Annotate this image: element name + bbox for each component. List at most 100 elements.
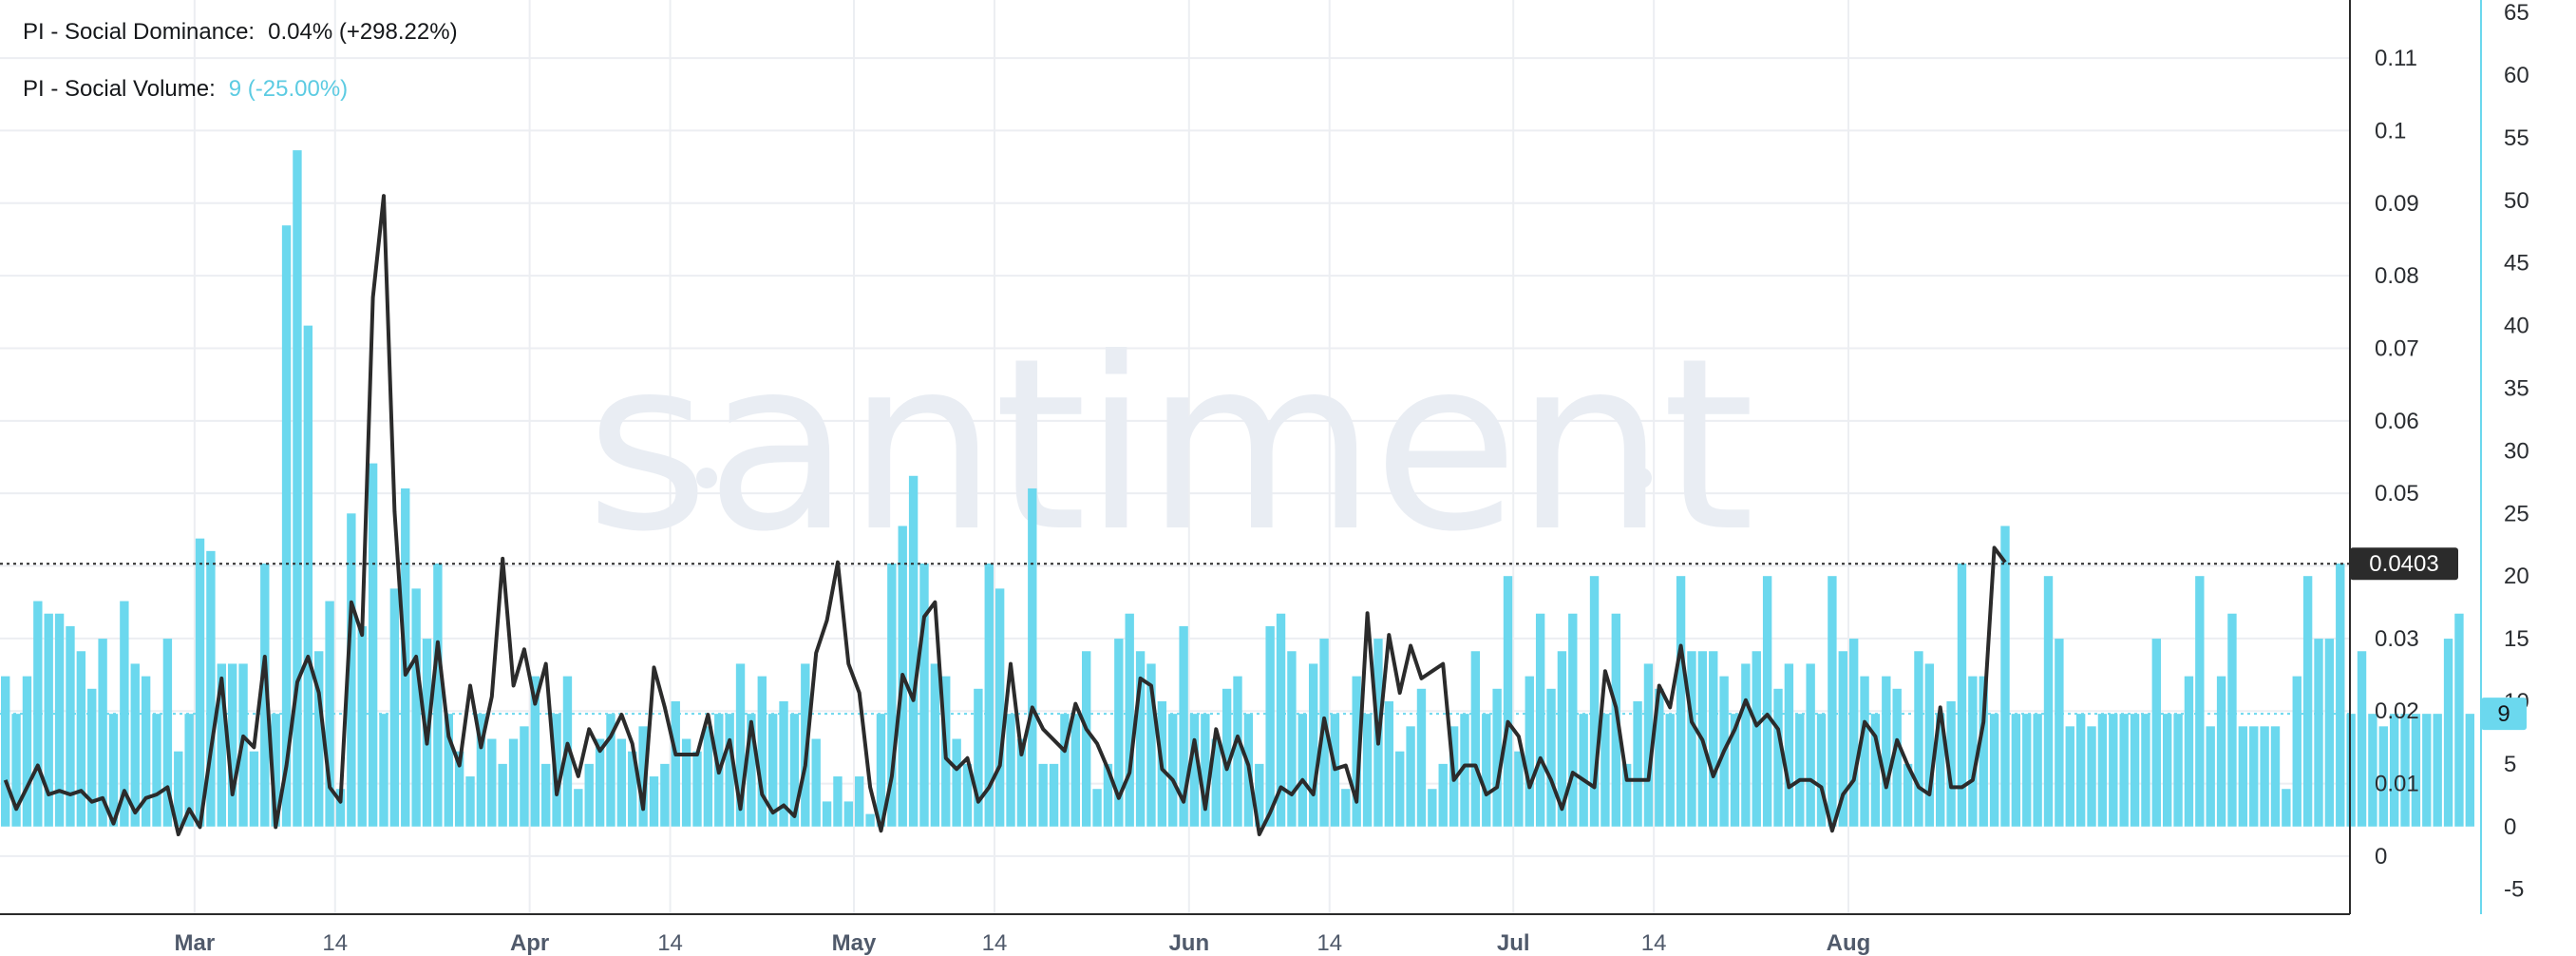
volume-bar (1049, 763, 1059, 827)
volume-bar (2065, 726, 2074, 827)
volume-bar (2173, 714, 2183, 827)
volume-bar (2119, 714, 2129, 827)
volume-bar (1579, 714, 1588, 827)
volume-bar (1535, 613, 1545, 827)
volume-bar (433, 564, 443, 827)
volume-bar (994, 588, 1005, 827)
volume-legend-label: PI - Social Volume: (23, 76, 216, 102)
volume-bar (2195, 576, 2205, 827)
volume-bar (855, 776, 864, 827)
volume-bar (293, 150, 302, 827)
volume-bar (1514, 751, 1524, 827)
volume-bar (843, 801, 854, 827)
date-axis-ticks: 3Mar14Apr14May14Jun14Jul14Aug (174, 930, 1870, 956)
volume-bar (379, 714, 388, 827)
volume-tick-label: 0 (2504, 814, 2516, 840)
dominance-tick-label: 0.03 (2375, 626, 2419, 652)
volume-bar (152, 714, 161, 827)
date-tick-label: Jul (1497, 930, 1530, 956)
dominance-tick-label: 0.05 (2375, 481, 2419, 507)
volume-bar (357, 625, 367, 827)
volume-bar (1082, 651, 1091, 827)
volume-bar (1416, 688, 1427, 827)
volume-bar (2368, 714, 2377, 827)
volume-bar (1687, 651, 1696, 827)
volume-bar (1168, 714, 1178, 827)
volume-bar (2227, 613, 2237, 827)
volume-bar (2357, 651, 2367, 827)
dominance-tick-label: 0.11 (2375, 46, 2417, 71)
volume-bar (919, 564, 929, 827)
dominance-tick-label: 0.08 (2375, 263, 2419, 289)
volume-bar (2443, 639, 2453, 827)
volume-bar (2163, 714, 2172, 827)
dominance-tick-label: 0 (2375, 844, 2387, 870)
volume-bar (1773, 688, 1783, 827)
volume-bar (411, 588, 421, 827)
volume-bar (2216, 676, 2226, 827)
dominance-current-badge: 0.0403 (2350, 547, 2458, 581)
social-chart[interactable]: santiment 0.11 0.1 0.09 0.08 0.07 0.06 0.05 0.0… (0, 0, 2576, 956)
volume-bar (2270, 726, 2281, 827)
volume-bar (692, 751, 702, 827)
volume-bar (671, 700, 680, 827)
dominance-tick-label: 0.07 (2375, 335, 2419, 361)
volume-bar (1665, 714, 1675, 827)
volume-bar (2087, 726, 2096, 827)
volume-bar (1028, 488, 1037, 827)
volume-bar (2389, 714, 2399, 827)
volume-tick-label: 35 (2504, 376, 2529, 402)
date-tick-label: 14 (1641, 930, 1667, 956)
volume-bar (1709, 651, 1718, 827)
volume-bar (1384, 700, 1394, 827)
volume-bar (66, 625, 75, 827)
volume-bar (541, 763, 551, 827)
volume-bar (584, 763, 594, 827)
volume-bar (1882, 676, 1891, 827)
volume-bar (660, 763, 670, 827)
volume-bar (54, 613, 65, 827)
volume-bar (2346, 714, 2356, 827)
volume-bar (1265, 625, 1275, 827)
volume-bar (1297, 714, 1307, 827)
volume-bar (1914, 651, 1923, 827)
volume-bar (2109, 714, 2118, 827)
volume-bar (2292, 676, 2301, 827)
volume-bar (1762, 576, 1772, 827)
volume-bar (2130, 714, 2140, 827)
volume-bar (1601, 714, 1610, 827)
volume-bar (1503, 576, 1513, 827)
volume-bar (389, 588, 400, 827)
date-tick-label: Mar (174, 930, 215, 956)
volume-tick-label: 5 (2504, 752, 2516, 777)
volume-bar (2097, 714, 2108, 827)
volume-axis-ticks: 65605550454035302520151050-5 (2504, 0, 2529, 902)
volume-bar (2260, 726, 2269, 827)
volume-bar (22, 676, 32, 827)
volume-bar (1676, 576, 1686, 827)
volume-bar (2000, 526, 2010, 827)
volume-tick-label: 15 (2504, 626, 2529, 652)
volume-bar (1784, 663, 1794, 827)
volume-tick-label: 45 (2504, 251, 2529, 277)
volume-bar (508, 738, 519, 827)
volume-tick-label: 55 (2504, 125, 2529, 151)
volume-bar (1, 676, 10, 827)
volume-bar (1395, 751, 1405, 827)
volume-bar (1438, 763, 1448, 827)
volume-bar (1038, 763, 1048, 827)
dominance-legend-value: 0.04% (+298.22%) (268, 19, 458, 45)
volume-bar (1924, 663, 1935, 827)
volume-bar (1525, 676, 1534, 827)
volume-bar (303, 325, 313, 827)
volume-bar (2411, 714, 2421, 827)
volume-bar (1362, 714, 1373, 827)
volume-bar (1308, 663, 1318, 827)
volume-bar (2282, 789, 2291, 827)
date-tick-label: 14 (657, 930, 683, 956)
dominance-tick-label: 0.1 (2375, 118, 2406, 143)
volume-bar (1341, 789, 1351, 827)
volume-bar (1752, 651, 1761, 827)
volume-bar (487, 738, 497, 827)
volume-tick-label: 40 (2504, 314, 2529, 339)
